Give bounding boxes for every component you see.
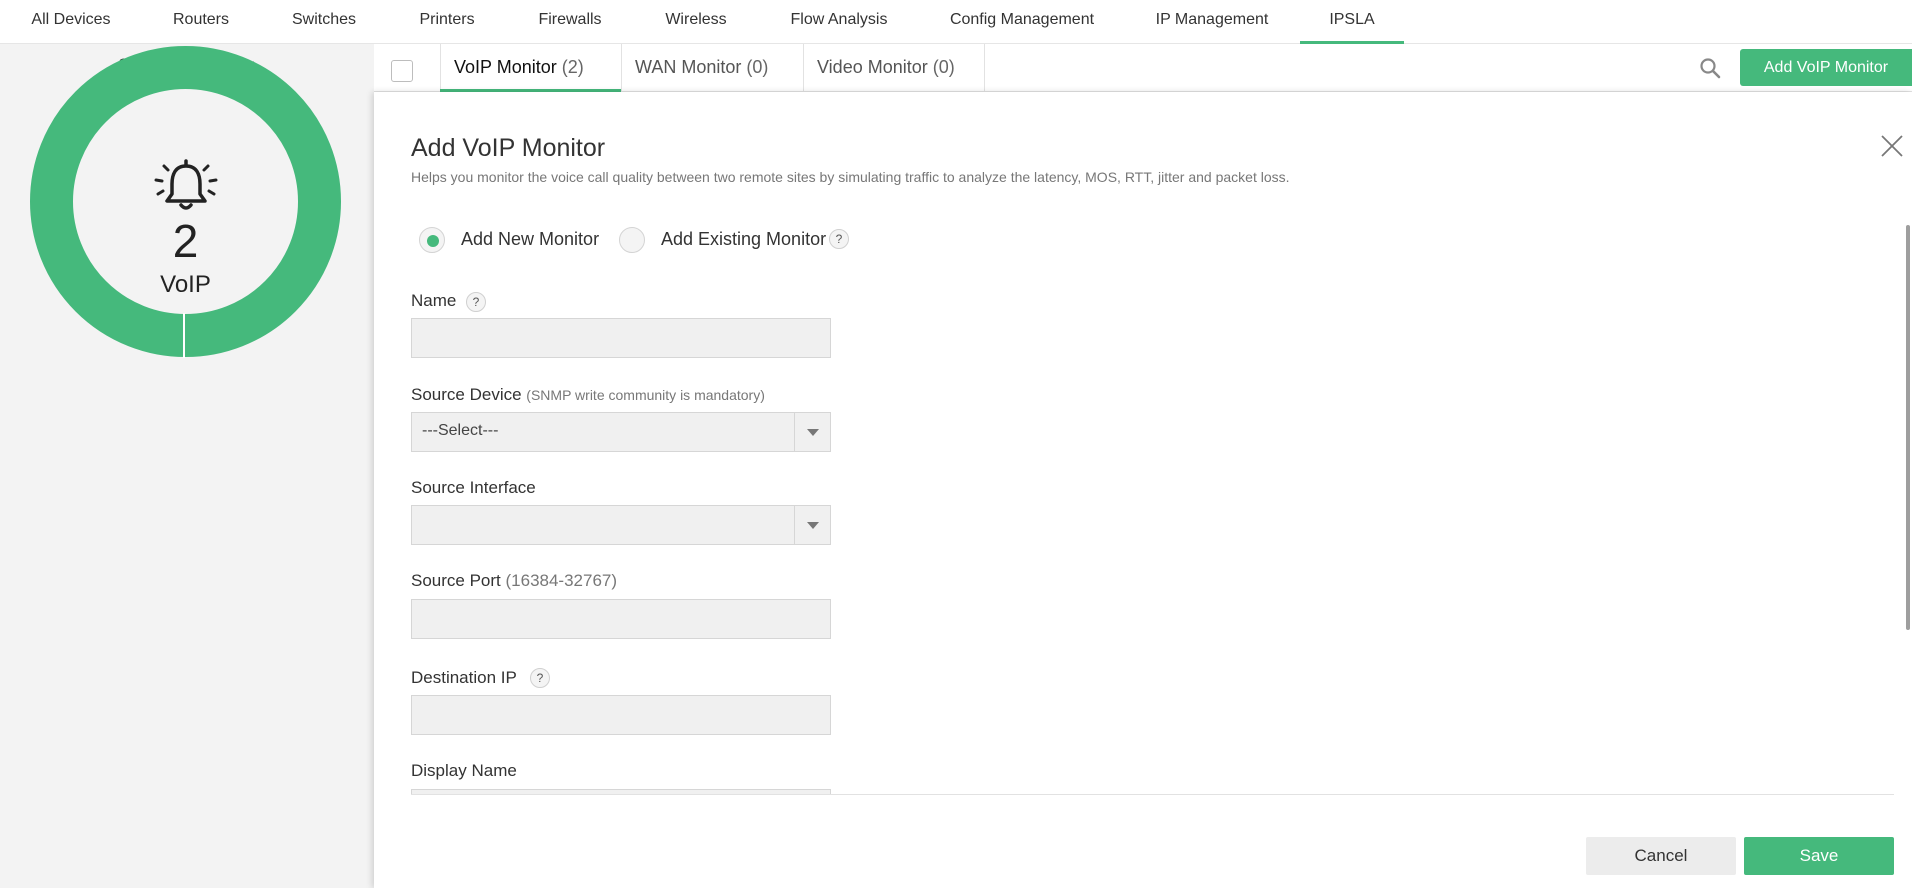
search-icon[interactable]: [1698, 56, 1722, 80]
add-existing-monitor-label[interactable]: Add Existing Monitor: [661, 229, 826, 250]
source-port-label-text: Source Port: [411, 571, 501, 590]
severity-label: VoIP: [160, 271, 211, 298]
name-label-text: Name: [411, 291, 457, 310]
radio-selected-dot: [427, 235, 439, 247]
source-device-label: Source Device (SNMP write community is m…: [411, 385, 765, 405]
display-name-label-text: Display Name: [411, 761, 517, 780]
alarm-bell-icon: [154, 159, 218, 210]
source-device-select[interactable]: ---Select---: [411, 412, 831, 452]
nav-item-all-devices[interactable]: All Devices: [18, 0, 124, 44]
tab-count: (2): [561, 57, 584, 77]
chevron-down-icon: [807, 522, 819, 529]
source-device-dropdown-toggle[interactable]: [794, 413, 830, 451]
tab-voip-monitor[interactable]: VoIP Monitor (2): [440, 44, 621, 92]
nav-item-wireless[interactable]: Wireless: [652, 0, 740, 44]
tab-divider: [984, 44, 985, 92]
source-device-value: ---Select---: [422, 422, 499, 439]
source-device-label-text: Source Device: [411, 385, 522, 404]
destination-ip-help-icon[interactable]: ?: [530, 668, 550, 688]
chevron-down-icon: [807, 429, 819, 436]
form-description: Helps you monitor the voice call quality…: [411, 169, 1290, 185]
tab-video-monitor[interactable]: Video Monitor (0): [803, 44, 984, 92]
nav-item-flow-analysis[interactable]: Flow Analysis: [780, 0, 898, 44]
add-existing-monitor-radio[interactable]: [619, 227, 645, 253]
save-button[interactable]: Save: [1744, 837, 1894, 875]
name-help-icon[interactable]: ?: [466, 292, 486, 312]
source-interface-label: Source Interface: [411, 478, 536, 498]
destination-ip-label: Destination IP: [411, 668, 517, 688]
add-voip-monitor-button[interactable]: Add VoIP Monitor: [1740, 49, 1912, 86]
nav-item-routers[interactable]: Routers: [158, 0, 244, 44]
source-port-label: Source Port (16384-32767): [411, 571, 617, 591]
nav-item-printers[interactable]: Printers: [404, 0, 490, 44]
close-icon[interactable]: [1880, 134, 1904, 158]
source-device-hint: (SNMP write community is mandatory): [526, 387, 765, 403]
source-port-input[interactable]: [411, 599, 831, 639]
source-interface-label-text: Source Interface: [411, 478, 536, 497]
destination-ip-input[interactable]: [411, 695, 831, 735]
display-name-label: Display Name: [411, 761, 517, 781]
nav-item-ipsla[interactable]: IPSLA: [1300, 0, 1404, 44]
severity-count: 2: [172, 215, 199, 267]
destination-ip-label-text: Destination IP: [411, 668, 517, 687]
nav-item-config-management[interactable]: Config Management: [934, 0, 1110, 44]
tab-wan-monitor[interactable]: WAN Monitor (0): [621, 44, 803, 92]
form-footer-divider: [411, 794, 1894, 795]
help-icon[interactable]: ?: [829, 229, 849, 249]
nav-item-ip-management[interactable]: IP Management: [1146, 0, 1278, 44]
top-nav: All Devices Routers Switches Printers Fi…: [0, 0, 1912, 44]
nav-item-firewalls[interactable]: Firewalls: [526, 0, 614, 44]
tab-count: (0): [932, 57, 955, 77]
tab-label: Video Monitor: [817, 57, 928, 77]
nav-item-switches[interactable]: Switches: [280, 0, 368, 44]
add-new-monitor-radio[interactable]: [419, 227, 445, 253]
add-monitor-panel: [374, 92, 1912, 888]
source-interface-dropdown-toggle[interactable]: [794, 506, 830, 544]
form-title: Add VoIP Monitor: [411, 134, 606, 162]
severity-donut-center: 2 VoIP: [29, 45, 342, 358]
select-all-checkbox[interactable]: [391, 60, 413, 82]
name-label: Name: [411, 291, 456, 311]
tab-count: (0): [746, 57, 769, 77]
cancel-button[interactable]: Cancel: [1586, 837, 1736, 875]
tab-label: VoIP Monitor: [454, 57, 557, 77]
name-input[interactable]: [411, 318, 831, 358]
tab-label: WAN Monitor: [635, 57, 742, 77]
source-port-hint: (16384-32767): [505, 571, 618, 590]
add-new-monitor-label[interactable]: Add New Monitor: [461, 229, 599, 250]
source-interface-select[interactable]: [411, 505, 831, 545]
form-scrollbar[interactable]: [1906, 225, 1910, 630]
